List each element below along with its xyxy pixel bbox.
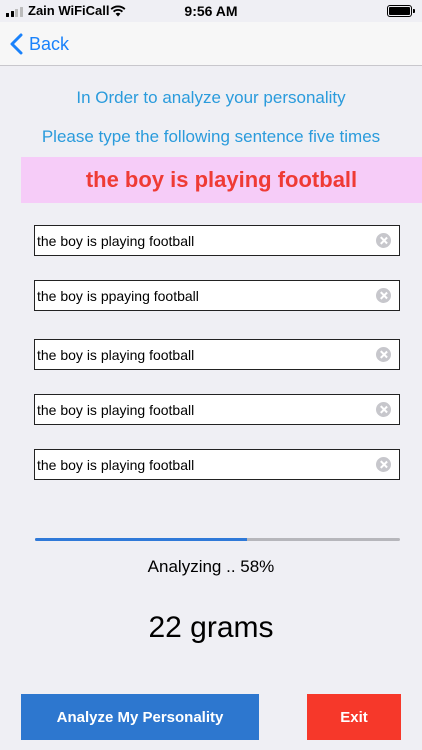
target-sentence-box: the boy is playing football (21, 157, 422, 203)
back-label: Back (29, 33, 70, 54)
sentence-input-4-field[interactable] (35, 395, 376, 424)
clear-icon[interactable] (376, 233, 391, 248)
sentence-input-2[interactable] (34, 280, 400, 311)
sentence-input-2-field[interactable] (35, 281, 376, 310)
analysis-progress-bar (35, 538, 400, 541)
sentence-input-3-field[interactable] (35, 340, 376, 369)
nav-bar: Back (0, 22, 422, 66)
battery-icon (387, 5, 415, 17)
screen: Zain WiFiCall 9:56 AM Back In Order to a… (0, 0, 422, 750)
instruction-line-1: In Order to analyze your personality (76, 88, 346, 107)
clock: 9:56 AM (184, 3, 238, 19)
back-button[interactable]: Back (10, 30, 69, 58)
status-bar: Zain WiFiCall 9:56 AM (0, 0, 422, 22)
result-value: 22 grams (148, 611, 274, 644)
sentence-input-3[interactable] (34, 339, 400, 370)
instruction-line-2: Please type the following sentence five … (41, 127, 381, 146)
clear-icon[interactable] (376, 347, 391, 362)
exit-button[interactable]: Exit (307, 694, 401, 740)
sentence-input-5[interactable] (34, 449, 400, 480)
clear-icon[interactable] (376, 288, 391, 303)
sentence-input-1[interactable] (34, 225, 400, 256)
sentence-input-4[interactable] (34, 394, 400, 425)
analysis-status: Analyzing .. 58% (147, 557, 275, 576)
analyze-personality-button[interactable]: Analyze My Personality (21, 694, 259, 740)
sentence-input-1-field[interactable] (35, 226, 376, 255)
analysis-progress-fill (35, 538, 247, 541)
chevron-left-icon (10, 33, 23, 55)
sentence-input-5-field[interactable] (35, 450, 376, 479)
clear-icon[interactable] (376, 457, 391, 472)
target-sentence: the boy is playing football (85, 167, 358, 192)
clear-icon[interactable] (376, 402, 391, 417)
